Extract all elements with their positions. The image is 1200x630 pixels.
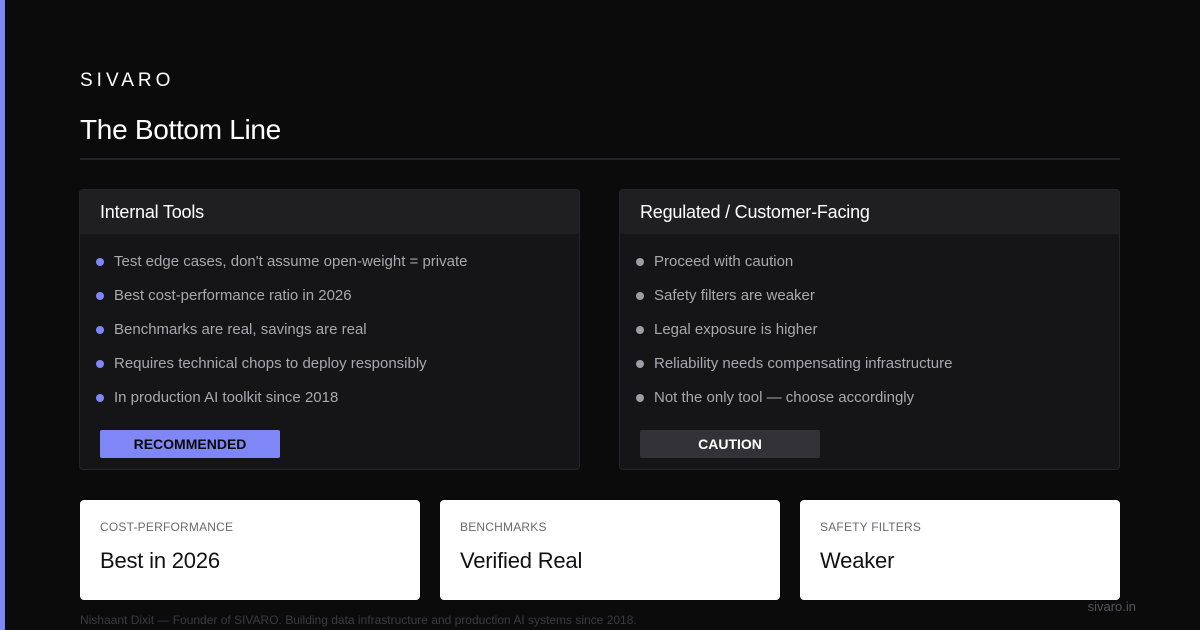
caution-badge: CAUTION — [640, 430, 820, 458]
stat-value: Weaker — [820, 548, 895, 573]
list-item-text: Legal exposure is higher — [654, 321, 818, 338]
stat-card-benchmarks: BENCHMARKS Verified Real — [440, 500, 780, 600]
list-item-text: Safety filters are weaker — [654, 287, 815, 304]
list-item-text: Benchmarks are real, savings are real — [114, 321, 367, 338]
bullet-icon — [96, 258, 104, 266]
bullet-icon — [636, 394, 644, 402]
stat-label: SAFETY FILTERS — [820, 520, 922, 534]
bullet-icon — [96, 394, 104, 402]
list-item: Test edge cases, don't assume open-weigh… — [80, 252, 579, 286]
bullet-icon — [96, 292, 104, 300]
panel-heading: Internal Tools — [80, 190, 579, 234]
list-item: Legal exposure is higher — [620, 320, 1119, 354]
stat-value: Verified Real — [460, 548, 583, 573]
list-item-text: Not the only tool — choose accordingly — [654, 389, 915, 406]
bullet-icon — [96, 326, 104, 334]
list-item: Proceed with caution — [620, 252, 1119, 286]
footer-site-link[interactable]: sivaro.in — [1088, 599, 1136, 614]
list-item: In production AI toolkit since 2018 — [80, 388, 579, 422]
list-item: Not the only tool — choose accordingly — [620, 388, 1119, 422]
list-item-text: In production AI toolkit since 2018 — [114, 389, 339, 406]
list-item: Benchmarks are real, savings are real — [80, 320, 579, 354]
bullet-icon — [636, 326, 644, 334]
page-title: The Bottom Line — [80, 114, 281, 145]
bullet-icon — [636, 360, 644, 368]
stat-label: BENCHMARKS — [460, 520, 547, 534]
panel-internal-tools: Internal Tools Test edge cases, don't as… — [79, 189, 580, 470]
brand-logo: SIVARO — [80, 70, 175, 91]
stat-card-safety-filters: SAFETY FILTERS Weaker — [800, 500, 1120, 600]
recommended-badge: RECOMMENDED — [100, 430, 280, 458]
list-item-text: Best cost-performance ratio in 2026 — [114, 287, 352, 304]
list-item: Best cost-performance ratio in 2026 — [80, 286, 579, 320]
bullet-icon — [636, 258, 644, 266]
panel-list: Proceed with caution Safety filters are … — [620, 234, 1119, 422]
panel-heading: Regulated / Customer-Facing — [620, 190, 1119, 234]
list-item-text: Reliability needs compensating infrastru… — [654, 355, 953, 372]
list-item-text: Requires technical chops to deploy respo… — [114, 355, 427, 372]
bullet-icon — [636, 292, 644, 300]
stat-card-cost-performance: COST-PERFORMANCE Best in 2026 — [80, 500, 420, 600]
title-divider — [80, 158, 1120, 160]
accent-bar — [0, 0, 5, 630]
panel-regulated-customer-facing: Regulated / Customer-Facing Proceed with… — [619, 189, 1120, 470]
stat-value: Best in 2026 — [100, 548, 220, 573]
bullet-icon — [96, 360, 104, 368]
list-item-text: Test edge cases, don't assume open-weigh… — [114, 253, 468, 270]
list-item: Reliability needs compensating infrastru… — [620, 354, 1119, 388]
panel-list: Test edge cases, don't assume open-weigh… — [80, 234, 579, 422]
stat-label: COST-PERFORMANCE — [100, 520, 234, 534]
list-item: Safety filters are weaker — [620, 286, 1119, 320]
list-item: Requires technical chops to deploy respo… — [80, 354, 579, 388]
list-item-text: Proceed with caution — [654, 253, 794, 270]
footer-note: Nishaant Dixit — Founder of SIVARO. Buil… — [80, 613, 637, 627]
